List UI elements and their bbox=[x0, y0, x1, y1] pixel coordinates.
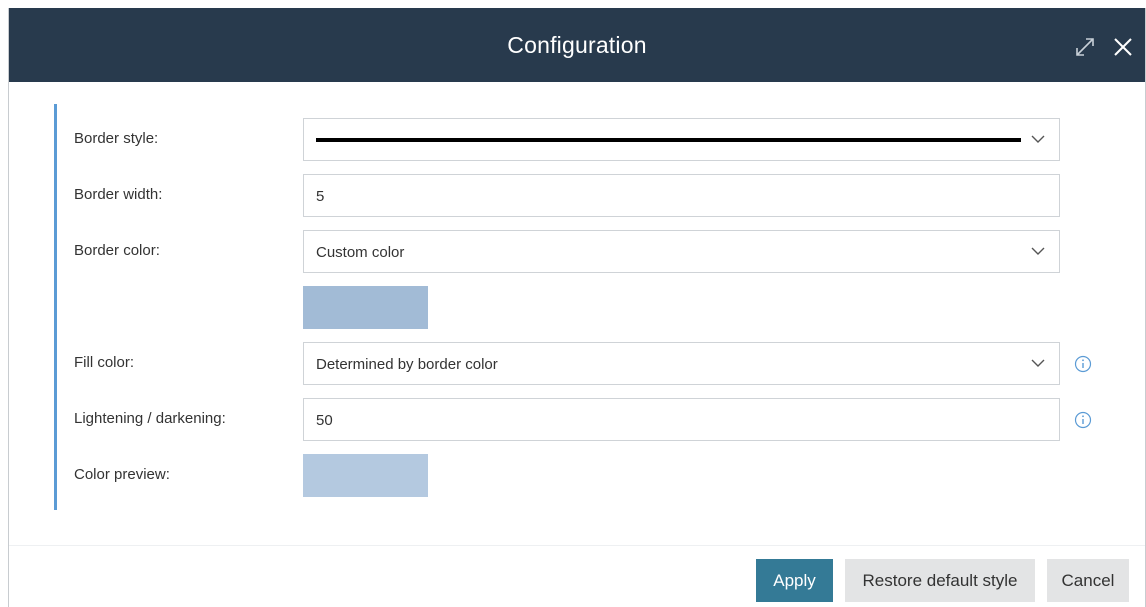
lightening-value: 50 bbox=[316, 412, 333, 429]
border-width-label: Border width: bbox=[74, 186, 163, 203]
border-width-input[interactable]: 5 bbox=[303, 174, 1060, 217]
border-color-select[interactable]: Custom color bbox=[303, 230, 1060, 273]
apply-button[interactable]: Apply bbox=[756, 559, 833, 602]
color-preview-label: Color preview: bbox=[74, 466, 170, 483]
color-preview-swatch bbox=[303, 454, 428, 497]
footer-divider bbox=[9, 545, 1145, 546]
border-style-select[interactable] bbox=[303, 118, 1060, 161]
chevron-down-icon bbox=[1031, 358, 1045, 368]
fill-color-label: Fill color: bbox=[74, 354, 135, 371]
border-color-label: Border color: bbox=[74, 242, 160, 259]
border-color-swatch[interactable] bbox=[303, 286, 428, 329]
configuration-dialog: Configuration Border style: Border width bbox=[8, 8, 1146, 607]
cancel-button[interactable]: Cancel bbox=[1047, 559, 1129, 602]
border-style-label: Border style: bbox=[74, 130, 159, 147]
restore-default-style-button[interactable]: Restore default style bbox=[845, 559, 1035, 602]
lightening-label: Lightening / darkening: bbox=[74, 410, 226, 427]
expand-icon[interactable] bbox=[1074, 36, 1096, 58]
border-color-value: Custom color bbox=[316, 244, 405, 261]
border-width-value: 5 bbox=[316, 188, 325, 205]
lightening-info-icon[interactable] bbox=[1074, 411, 1092, 429]
dialog-title: Configuration bbox=[507, 32, 647, 58]
lightening-input[interactable]: 50 bbox=[303, 398, 1060, 441]
chevron-down-icon bbox=[1031, 246, 1045, 256]
fill-color-value: Determined by border color bbox=[316, 356, 498, 373]
fill-color-select[interactable]: Determined by border color bbox=[303, 342, 1060, 385]
fill-color-info-icon[interactable] bbox=[1074, 355, 1092, 373]
chevron-down-icon bbox=[1031, 134, 1045, 144]
close-icon[interactable] bbox=[1112, 36, 1134, 58]
border-style-line-preview bbox=[316, 138, 1021, 142]
title-bar: Configuration bbox=[9, 8, 1145, 82]
form-section: Border style: Border width: 5 Border col… bbox=[54, 104, 1134, 510]
